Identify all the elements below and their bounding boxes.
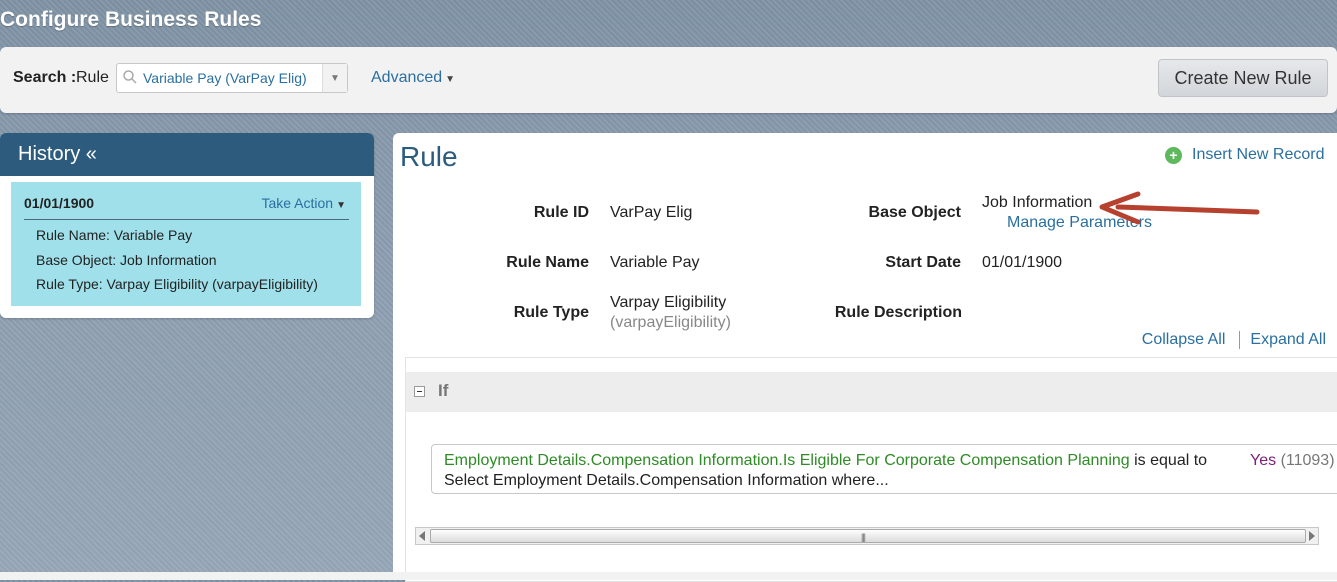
scrollbar-thumb[interactable]: ||| (430, 529, 1306, 543)
caret-down-icon: ▼ (445, 74, 456, 85)
collapse-minus-icon[interactable] (414, 386, 425, 397)
plus-circle-icon: + (1165, 146, 1182, 164)
insert-new-record-label[interactable]: Insert New Record (1192, 146, 1325, 164)
start-date-label: Start Date (885, 254, 961, 271)
chevron-down-icon[interactable]: ▼ (322, 64, 347, 92)
rule-type-label: Rule Type (513, 304, 589, 321)
page-title: Configure Business Rules (0, 8, 262, 31)
history-card: 01/01/1900 Take Action ▼ Rule Name: Varia… (11, 182, 361, 306)
search-value[interactable]: Variable Pay (VarPay Elig) (143, 70, 307, 86)
history-header[interactable]: History « (0, 133, 374, 176)
scroll-right-icon[interactable] (1309, 531, 1315, 541)
caret-down-icon: ▼ (336, 200, 346, 211)
base-object-value: Job Information (982, 194, 1093, 211)
search-type-label: Rule (76, 69, 109, 86)
rule-type-code: (varpayEligibility) (610, 314, 731, 331)
rule-search-combobox[interactable]: Variable Pay (VarPay Elig) ▼ (116, 63, 348, 93)
scroll-left-icon[interactable] (419, 531, 425, 541)
rule-type-value: Varpay Eligibility (610, 294, 727, 311)
rule-name-value: Variable Pay (610, 254, 700, 271)
condition-value: Yes (11093) (1250, 452, 1335, 470)
search-icon (123, 70, 137, 84)
condition-line-1: Employment Details.Compensation Informat… (444, 452, 1207, 470)
rule-id-label: Rule ID (533, 204, 589, 221)
history-panel: History « 01/01/1900 Take Action ▼ Rule N… (0, 133, 374, 318)
if-section: If Employment Details.Compensation Infor… (405, 357, 1337, 582)
red-arrow-annotation (1099, 191, 1260, 225)
if-label: If (438, 381, 449, 400)
condition-field[interactable]: Employment Details.Compensation Informat… (444, 452, 1130, 469)
condition-operator: is equal to (1134, 452, 1208, 469)
advanced-search-link[interactable]: Advanced ▼ (371, 69, 455, 87)
expand-all-link[interactable]: Expand All (1250, 331, 1326, 349)
take-action-menu[interactable]: Take Action ▼ (261, 195, 346, 211)
history-row-base-object: Base Object: Job Information (36, 252, 217, 268)
condition-box[interactable]: Employment Details.Compensation Informat… (431, 444, 1337, 494)
take-action-label[interactable]: Take Action (261, 195, 333, 211)
search-label: Search : (13, 69, 77, 86)
horizontal-scrollbar[interactable]: ||| (415, 527, 1319, 545)
rule-description-label: Rule Description (834, 304, 962, 321)
history-row-rule-type: Rule Type: Varpay Eligibility (varpayEli… (36, 276, 318, 292)
condition-value-label[interactable]: Yes (1250, 452, 1276, 469)
separator (1239, 331, 1241, 349)
condition-value-code: (11093) (1280, 452, 1335, 469)
create-new-rule-button[interactable]: Create New Rule (1158, 59, 1328, 97)
search-bar: Search : Rule Variable Pay (VarPay Elig)… (0, 47, 1337, 113)
advanced-label[interactable]: Advanced (371, 69, 442, 86)
grip-icon: ||| (861, 532, 866, 542)
bottom-strip (0, 572, 1337, 580)
rule-heading: Rule (400, 141, 458, 172)
insert-new-record-link[interactable]: + Insert New Record (1165, 146, 1325, 164)
if-header: If (406, 372, 1337, 412)
condition-line-2: Select Employment Details.Compensation I… (444, 472, 889, 489)
rule-id-value: VarPay Elig (610, 204, 693, 221)
start-date-value: 01/01/1900 (982, 254, 1063, 271)
collapse-expand-controls: Collapse All Expand All (1142, 331, 1326, 349)
divider (24, 219, 349, 220)
rule-name-label: Rule Name (506, 254, 589, 271)
history-row-rule-name: Rule Name: Variable Pay (36, 227, 193, 243)
base-object-label: Base Object (868, 204, 961, 221)
history-date: 01/01/1900 (24, 195, 95, 211)
collapse-all-link[interactable]: Collapse All (1142, 331, 1226, 349)
